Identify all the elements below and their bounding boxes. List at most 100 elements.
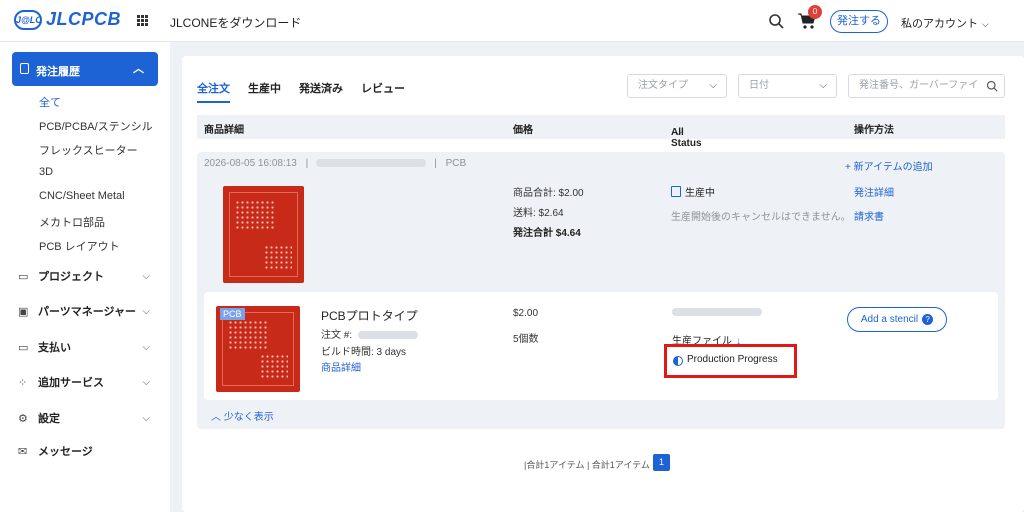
cancel-notice: 生産開始後のキャンセルはできません。 xyxy=(671,212,851,223)
sidebar-item-label: 設定 xyxy=(38,413,60,425)
jlcpcb-logo[interactable]: J@LC JLCPCB xyxy=(14,9,121,30)
sidebar-item-additional-services[interactable]: ⁘ 追加サービス ⌵ xyxy=(18,374,150,390)
item-details-link[interactable]: 商品詳細 xyxy=(321,359,361,374)
sidebar-item-order-history[interactable]: 発注履歴 ︿ xyxy=(12,52,158,86)
search-icon[interactable] xyxy=(768,13,784,29)
order-tabs: 全注文 生産中 発送済み レビュー xyxy=(197,80,405,103)
sidebar-item-projects[interactable]: ▭ プロジェクト ⌵ xyxy=(18,268,150,284)
invoice-link[interactable]: 請求書 xyxy=(854,208,884,223)
date-select[interactable]: 日付 ⌵ xyxy=(738,74,837,98)
sidebar-item-parts-manager[interactable]: ▣ パーツマネージャー ⌵ xyxy=(18,303,150,319)
chevron-down-icon: ⌵ xyxy=(819,80,827,91)
show-less-link[interactable]: ︿ 少なく表示 xyxy=(211,408,274,423)
apps-grid-icon[interactable] xyxy=(137,15,148,26)
logo-badge: J@LC xyxy=(14,9,42,30)
date-label: 日付 xyxy=(749,80,769,91)
sidebar-item-label: パーツマネージャー xyxy=(38,306,137,318)
order-shipping: 送料: $2.64 xyxy=(513,208,564,219)
production-progress-label: Production Progress xyxy=(687,354,778,365)
pcb-tag: PCB xyxy=(220,308,245,320)
sidebar-subitem-mechatronics[interactable]: メカトロ部品 xyxy=(39,214,105,230)
account-label: 私のアカウント xyxy=(901,18,978,30)
order-category: PCB xyxy=(445,158,467,169)
pagination-summary: |合計1アイテム | 合計1アイテム xyxy=(524,460,650,470)
chevron-up-icon: ︿ xyxy=(211,412,221,423)
top-bar: J@LC JLCPCB JLCONEをダウンロード 0 発注する 私のアカウント… xyxy=(0,0,1024,42)
order-status: 生産中 xyxy=(671,184,715,199)
order-details-link[interactable]: 発注詳細 xyxy=(854,184,894,199)
sidebar-subitem-flex-heater[interactable]: フレックスヒーター xyxy=(39,142,138,158)
sidebar-subitem-all[interactable]: 全て xyxy=(39,94,61,110)
sidebar-subitem-pcb-layout[interactable]: PCB レイアウト xyxy=(39,238,120,254)
item-quantity: 5個数 xyxy=(513,334,539,345)
production-progress-button[interactable]: Production Progress xyxy=(664,344,797,378)
sidebar-item-label: メッセージ xyxy=(38,446,93,458)
document-icon xyxy=(20,63,29,74)
column-header-actions: 操作方法 xyxy=(854,125,894,136)
redacted-file-name xyxy=(672,308,762,316)
item-price: $2.00 xyxy=(513,308,539,319)
orders-table-header: 商品詳細 価格 All Status ⌵ 操作方法 xyxy=(197,115,1005,149)
add-stencil-button[interactable]: Add a stencil? xyxy=(847,307,947,332)
chevron-down-icon: ⌵ xyxy=(142,376,150,388)
order-date: 2026-08-05 16:08:13 xyxy=(204,158,297,169)
order-search-input[interactable]: 発注番号、ガーバーファイ xyxy=(848,74,1005,98)
sidebar: 発注履歴 ︿ 全て PCB/PCBA/ステンシル フレックスヒーター 3D CN… xyxy=(0,42,170,512)
column-header-details: 商品詳細 xyxy=(204,125,244,136)
page-1-button[interactable]: 1 xyxy=(653,454,670,471)
add-stencil-label: Add a stencil xyxy=(860,314,919,325)
place-order-button[interactable]: 発注する xyxy=(830,10,888,33)
chevron-down-icon: ⌵ xyxy=(709,80,717,91)
download-jlcone-link[interactable]: JLCONEをダウンロード xyxy=(170,14,301,31)
chevron-down-icon: ⌵ xyxy=(142,341,150,353)
search-icon[interactable] xyxy=(986,80,998,92)
chevron-down-icon: ⌵ xyxy=(142,412,150,424)
gear-icon: ⚙ xyxy=(18,412,28,425)
order-type-label: 注文タイプ xyxy=(638,80,688,91)
help-icon: ? xyxy=(922,314,934,325)
order-number-label: 注文 #: xyxy=(321,330,353,341)
column-header-price: 価格 xyxy=(513,125,533,136)
order-item-row: PCB PCBプロトタイプ 注文 #: ビルド時間: 3 days 商品詳細 $… xyxy=(204,292,998,400)
logo-text: JLCPCB xyxy=(46,9,122,29)
chip-icon: ▣ xyxy=(18,305,29,318)
sidebar-item-payments[interactable]: ▭ 支払い ⌵ xyxy=(18,339,150,355)
add-new-item-link[interactable]: + 新アイテムの追加 xyxy=(845,158,933,173)
order-total: 発注合計 $4.64 xyxy=(513,228,581,239)
order-subtotal: 商品合計: $2.00 xyxy=(513,188,584,199)
sidebar-item-label: 追加サービス xyxy=(38,377,104,389)
tab-all-orders[interactable]: 全注文 xyxy=(197,80,230,103)
item-order-number: 注文 #: xyxy=(321,326,426,341)
redacted-order-number xyxy=(316,159,427,168)
order-type-select[interactable]: 注文タイプ ⌵ xyxy=(627,74,727,98)
order-card: 2026-08-05 16:08:13 | | PCB + 新アイテムの追加 商品… xyxy=(197,152,1005,429)
sidebar-item-label: 発注履歴 xyxy=(36,66,80,78)
tab-review[interactable]: レビュー xyxy=(361,80,405,103)
sidebar-item-label: プロジェクト xyxy=(38,271,104,283)
order-status-label: 生産中 xyxy=(685,188,715,199)
sidebar-subitem-cnc[interactable]: CNC/Sheet Metal xyxy=(39,190,125,202)
chevron-down-icon: ⌵ xyxy=(982,19,989,29)
tab-shipped[interactable]: 発送済み xyxy=(299,80,343,103)
order-pcb-image xyxy=(223,186,304,283)
main-panel: 全注文 生産中 発送済み レビュー 注文タイプ ⌵ 日付 ⌵ 発注番号、ガーバー… xyxy=(182,56,1024,512)
half-circle-icon xyxy=(673,356,683,366)
sidebar-item-messages[interactable]: ✉ メッセージ xyxy=(18,443,150,459)
sidebar-subitem-3d[interactable]: 3D xyxy=(39,166,53,178)
cart-count-badge: 0 xyxy=(808,5,822,19)
search-placeholder: 発注番号、ガーバーファイ xyxy=(859,80,979,91)
chevron-up-icon: ︿ xyxy=(133,63,144,75)
folder-icon: ▭ xyxy=(18,270,29,283)
item-build-time: ビルド時間: 3 days xyxy=(321,347,407,358)
account-menu[interactable]: 私のアカウント ⌵ xyxy=(901,15,989,31)
sidebar-item-settings[interactable]: ⚙ 設定 ⌵ xyxy=(18,410,150,426)
tab-in-production[interactable]: 生産中 xyxy=(248,80,281,103)
grid-icon: ⁘ xyxy=(18,376,28,389)
sidebar-subitem-pcb[interactable]: PCB/PCBA/ステンシル xyxy=(39,118,153,134)
chevron-down-icon: ⌵ xyxy=(675,127,683,138)
sidebar-item-label: 支払い xyxy=(38,342,71,354)
chevron-down-icon: ⌵ xyxy=(142,305,150,317)
mail-icon: ✉ xyxy=(18,445,28,458)
redacted-item-number xyxy=(358,331,419,340)
wallet-icon: ▭ xyxy=(18,341,29,354)
